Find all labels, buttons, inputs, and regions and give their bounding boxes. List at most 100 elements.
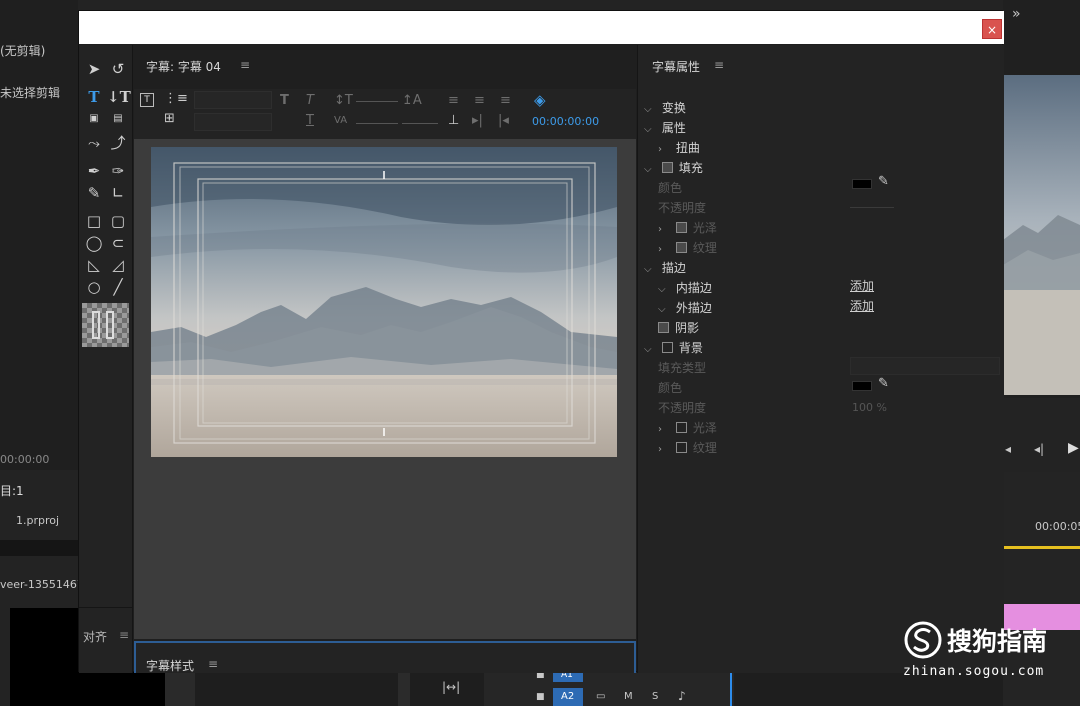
align-left-icon[interactable]: ≡ <box>448 93 459 108</box>
path-type-tool-icon[interactable]: ⤳ <box>83 133 105 153</box>
bg-sheen-row[interactable]: › 光泽 <box>658 419 717 436</box>
shadow-section[interactable]: 阴影 <box>658 319 699 336</box>
tab-stops-toggle-icon[interactable]: ⊥ <box>448 113 459 128</box>
type-tool-icon[interactable]: T <box>83 87 105 107</box>
transform-label: 变换 <box>661 101 686 115</box>
italic-icon[interactable]: T <box>306 93 314 108</box>
title-design-panel: 字幕: 字幕 04 ≡ T ⋮≡ ⊞ T T T ↕T ↥A VA ≡ ≡ ≡ … <box>134 45 636 640</box>
leading-icon[interactable]: ↥A <box>402 93 422 108</box>
font-size-value[interactable] <box>356 101 398 102</box>
small-ellipse-tool-icon[interactable]: ○ <box>83 277 105 297</box>
rotation-tool-icon[interactable]: ↺ <box>107 59 129 79</box>
clipped-rectangle-tool-icon[interactable]: ⊂ <box>107 233 129 253</box>
anchor-left-icon[interactable]: ▸| <box>472 113 483 128</box>
anchor-right-icon[interactable]: |◂ <box>498 113 509 128</box>
title-panel-menu-icon[interactable]: ≡ <box>240 58 250 72</box>
tracking-value[interactable] <box>402 123 438 124</box>
font-size-icon[interactable]: ↕T <box>334 93 353 108</box>
background-timecode[interactable]: 00:00:00:00 <box>532 115 599 128</box>
area-type-tool-icon[interactable]: ▣ <box>83 109 105 129</box>
bg-sheen-checkbox[interactable] <box>675 422 687 433</box>
properties-section[interactable]: ⌵ 属性 <box>644 119 686 136</box>
line-tool-icon[interactable]: ╱ <box>107 277 129 297</box>
track-sync-icon[interactable]: ▭ <box>596 691 605 702</box>
outer-strokes-label: 外描边 <box>675 301 712 315</box>
bg-fill-type-select[interactable] <box>850 357 1000 375</box>
bg-texture-row[interactable]: › 纹理 <box>658 439 717 456</box>
close-button[interactable]: × <box>982 19 1002 39</box>
tab-stops-icon[interactable]: ⊞ <box>164 111 175 126</box>
bold-icon[interactable]: T <box>280 93 289 108</box>
track-lock-icon-a2[interactable]: ■ <box>536 692 545 702</box>
ellipse-tool-icon[interactable]: ◯ <box>83 233 105 253</box>
bg-color-swatch[interactable] <box>852 381 872 391</box>
styles-menu-icon[interactable]: ≡ <box>208 657 218 671</box>
convert-anchor-tool-icon[interactable]: ∟ <box>107 183 129 203</box>
fill-sheen-row[interactable]: › 光泽 <box>658 219 717 236</box>
strokes-section[interactable]: ⌵ 描边 <box>644 259 686 276</box>
playhead-line[interactable] <box>730 672 732 706</box>
align-menu-icon[interactable]: ≡ <box>119 628 129 642</box>
project-tab[interactable]: 目:1 <box>0 482 24 499</box>
fill-eyedropper-icon[interactable]: ✎ <box>878 174 889 189</box>
background-section[interactable]: ⌵ 背景 <box>644 339 703 356</box>
show-background-video-icon[interactable]: ◈ <box>534 91 546 109</box>
background-checkbox[interactable] <box>661 342 673 353</box>
inner-strokes-label: 内描边 <box>675 281 712 295</box>
fill-color-swatch[interactable] <box>852 179 872 189</box>
align-right-icon[interactable]: ≡ <box>500 93 511 108</box>
font-family-select[interactable] <box>194 91 272 109</box>
title-panel-name: 字幕: 字幕 04 <box>146 60 221 74</box>
vertical-path-type-tool-icon[interactable]: ⤴ <box>107 133 129 153</box>
kerning-icon[interactable]: VA <box>334 115 347 126</box>
fill-texture-checkbox[interactable] <box>675 242 687 253</box>
vertical-type-tool-icon[interactable]: ↓T <box>107 87 131 107</box>
properties-menu-icon[interactable]: ≡ <box>714 58 724 72</box>
distort-section[interactable]: › 扭曲 <box>658 139 700 156</box>
dialog-titlebar[interactable]: × <box>79 11 1004 44</box>
fill-section[interactable]: ⌵ 填充 <box>644 159 703 176</box>
bg-eyedropper-icon[interactable]: ✎ <box>878 376 889 391</box>
fill-opacity-value[interactable] <box>850 207 894 208</box>
inner-strokes-section[interactable]: ⌵ 内描边 <box>658 279 712 296</box>
track-solo-button[interactable]: S <box>652 691 658 702</box>
work-area-bar[interactable] <box>1003 546 1080 549</box>
underline-icon[interactable]: T <box>306 113 314 128</box>
fill-texture-row[interactable]: › 纹理 <box>658 239 717 256</box>
add-outer-stroke-link[interactable]: 添加 <box>850 297 874 314</box>
media-item-name[interactable]: veer-13551467 <box>0 578 84 591</box>
fill-checkbox[interactable] <box>661 162 673 173</box>
shadow-label: 阴影 <box>675 321 700 335</box>
delete-anchor-tool-icon[interactable]: ✑ <box>107 161 129 181</box>
bg-texture-checkbox[interactable] <box>675 442 687 453</box>
step-frame-back-icon[interactable]: ◂| <box>1034 442 1044 456</box>
wedge-tool-icon[interactable]: ◺ <box>83 255 105 275</box>
pen-tool-icon[interactable]: ✒ <box>83 161 105 181</box>
shadow-checkbox[interactable] <box>658 322 669 333</box>
font-style-select[interactable] <box>194 113 272 131</box>
arc-tool-icon[interactable]: ◿ <box>107 255 129 275</box>
fill-opacity-row: 不透明度 <box>658 199 706 216</box>
play-icon[interactable]: ▶ <box>1068 440 1079 456</box>
track-mute-button[interactable]: M <box>624 691 633 702</box>
step-back-icon[interactable]: ◂ <box>1005 442 1011 456</box>
kerning-value[interactable] <box>356 123 398 124</box>
project-search-field[interactable] <box>0 540 78 556</box>
outer-strokes-section[interactable]: ⌵ 外描边 <box>658 299 712 316</box>
bg-opacity-value[interactable]: 100 % <box>852 401 887 414</box>
panel-overflow-icon[interactable]: » <box>1012 6 1021 22</box>
rounded-rectangle-tool-icon[interactable]: ▢ <box>107 211 129 231</box>
transform-section[interactable]: ⌵ 变换 <box>644 99 686 116</box>
add-anchor-tool-icon[interactable]: ✎ <box>83 183 105 203</box>
vertical-area-type-tool-icon[interactable]: ▤ <box>107 109 129 129</box>
fill-sheen-checkbox[interactable] <box>675 222 687 233</box>
align-center-icon[interactable]: ≡ <box>474 93 485 108</box>
rectangle-tool-icon[interactable]: □ <box>83 211 105 231</box>
roll-crawl-icon[interactable]: ⋮≡ <box>164 91 188 106</box>
voiceover-mic-icon[interactable]: ♪ <box>678 689 686 703</box>
title-canvas-video[interactable] <box>151 147 617 457</box>
selection-tool-icon[interactable]: ➤ <box>83 59 105 79</box>
fit-sequence-icon[interactable]: |↔| <box>442 680 460 694</box>
new-title-icon[interactable]: T <box>140 93 154 107</box>
add-inner-stroke-link[interactable]: 添加 <box>850 277 874 294</box>
